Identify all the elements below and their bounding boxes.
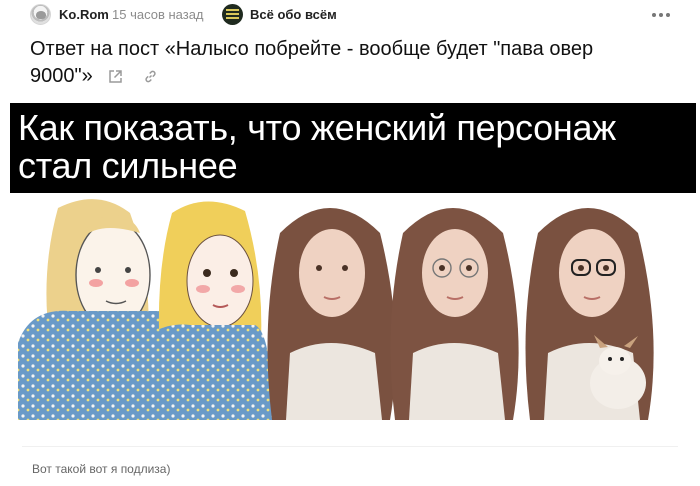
post-header: Ko.Rom 15 часов назад Всё обо всём bbox=[0, 0, 700, 32]
image-caption-text: Как показать, что женский персонаж стал … bbox=[18, 107, 616, 186]
post-time: 15 часов назад bbox=[112, 7, 204, 22]
community-name[interactable]: Всё обо всём bbox=[250, 7, 337, 22]
divider bbox=[22, 446, 678, 447]
post-image[interactable] bbox=[10, 193, 696, 420]
more-dots-icon[interactable] bbox=[650, 8, 672, 22]
community-icon[interactable] bbox=[222, 4, 243, 25]
author-avatar[interactable] bbox=[30, 4, 51, 25]
external-link-icon[interactable] bbox=[108, 65, 123, 92]
post-image-banner: Как показать, что женский персонаж стал … bbox=[10, 103, 696, 193]
post-title[interactable]: Ответ на пост «Налысо побрейте - вообще … bbox=[30, 36, 640, 92]
link-icon[interactable] bbox=[143, 65, 158, 92]
author-name[interactable]: Ko.Rom bbox=[59, 7, 109, 22]
post-caption: Вот такой вот я подлиза) bbox=[32, 462, 171, 476]
portrait-sequence-image bbox=[18, 199, 654, 420]
